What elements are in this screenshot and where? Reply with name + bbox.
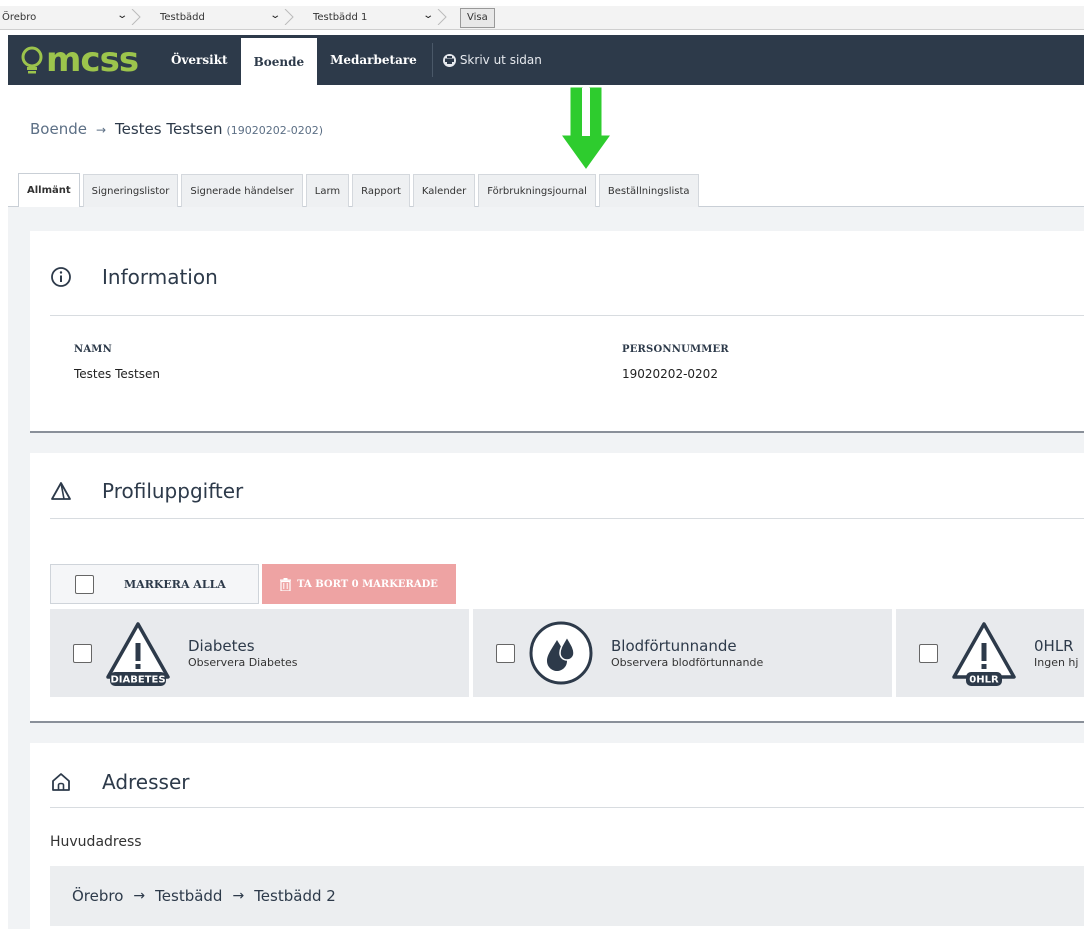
select-unit-value: Testbädd: [160, 12, 205, 23]
main-address-path: Örebro → Testbädd → Testbädd 2: [50, 866, 1084, 926]
address-part: Testbädd 2: [254, 887, 336, 905]
content-area: Information NAMN Testes Testsen PERSONNU…: [8, 207, 1084, 929]
address-header: Adresser: [50, 770, 189, 794]
mark-all-button[interactable]: MARKERA ALLA: [50, 564, 259, 604]
diabetes-warning-icon: DIABETES: [104, 619, 172, 687]
arrow-right-icon: →: [133, 888, 146, 904]
mcss-logo[interactable]: mcss: [8, 35, 158, 85]
bulb-logo-icon: [21, 46, 43, 74]
info-icon: [51, 267, 71, 287]
profile-item-blodfortunnande: Blodförtunnande Observera blodförtunnand…: [473, 609, 892, 697]
trash-icon: [280, 577, 292, 591]
tab-allmant[interactable]: Allmänt: [18, 173, 80, 207]
print-page-link[interactable]: Skriv ut sidan: [435, 35, 550, 85]
profile-card: Profiluppgifter MARKERA ALLA TA BORT 0 M…: [30, 453, 1084, 723]
arrow-right-icon: →: [95, 123, 107, 137]
profile-item-title: Blodförtunnande: [611, 637, 737, 655]
page: Örebro ⌄ Testbädd ⌄ Testbädd 1 ⌄ Visa mc…: [0, 0, 1084, 929]
hlr-warning-icon: 0HLR: [950, 619, 1018, 687]
profile-item-subtitle: Observera Diabetes: [188, 656, 298, 669]
blood-drop-icon: [527, 619, 595, 687]
tab-signerade-handelser[interactable]: Signerade händelser: [181, 174, 303, 207]
select-department-value: Testbädd 1: [313, 12, 368, 23]
select-department[interactable]: Testbädd 1 ⌄: [299, 6, 452, 29]
breadcrumb-personnummer: (19020202-0202): [226, 124, 324, 137]
address-title: Adresser: [102, 770, 190, 794]
personnummer-value: 19020202-0202: [622, 367, 718, 381]
hlr-icon-text: 0HLR: [969, 675, 999, 686]
information-header: Information: [50, 265, 218, 289]
breadcrumb-separator-icon: [284, 9, 294, 25]
select-municipality[interactable]: Örebro ⌄: [0, 6, 146, 29]
breadcrumb: Boende → Testes Testsen (19020202-0202): [30, 120, 323, 138]
breadcrumb-separator-icon: [131, 9, 141, 25]
resident-tabs: Allmänt Signeringslistor Signerade hände…: [18, 173, 702, 207]
select-municipality-value: Örebro: [2, 12, 37, 23]
breadcrumb-root[interactable]: Boende: [30, 120, 87, 138]
tab-signeringslistor[interactable]: Signeringslistor: [82, 174, 179, 207]
profile-item-subtitle: Ingen hj: [1034, 656, 1079, 669]
divider: [50, 315, 1084, 316]
nav-boende[interactable]: Boende: [240, 38, 318, 85]
diabetes-icon-text: DIABETES: [110, 675, 165, 686]
profile-item-title: 0HLR: [1034, 637, 1074, 655]
information-card: Information NAMN Testes Testsen PERSONNU…: [30, 231, 1084, 433]
profile-item-subtitle: Observera blodförtunnande: [611, 656, 764, 669]
name-value: Testes Testsen: [74, 367, 160, 381]
nav-medarbetare[interactable]: Medarbetare: [317, 35, 430, 85]
personnummer-label: PERSONNUMMER: [622, 344, 729, 355]
address-card: Adresser Huvudadress Örebro → Testbädd →…: [30, 743, 1084, 929]
profile-item-title: Diabetes: [188, 637, 255, 655]
tab-rapport[interactable]: Rapport: [352, 174, 410, 207]
logo-text: mcss: [46, 40, 139, 80]
main-navbar: mcss Översikt Boende Medarbetare Skriv u…: [8, 35, 1084, 85]
divider: [50, 807, 1084, 808]
profile-item-0hlr: 0HLR 0HLR Ingen hj: [896, 609, 1084, 697]
nav-oversikt[interactable]: Översikt: [158, 35, 241, 85]
information-title: Information: [102, 265, 218, 289]
chevron-down-icon: ⌄: [268, 10, 281, 21]
profile-warning-icon: [51, 482, 71, 500]
tab-larm[interactable]: Larm: [305, 174, 350, 207]
divider: [50, 518, 1084, 519]
address-part: Örebro: [72, 887, 124, 905]
profile-header: Profiluppgifter: [50, 479, 243, 503]
home-icon: [52, 773, 70, 791]
profile-item-checkbox[interactable]: [919, 643, 938, 663]
visa-button[interactable]: Visa: [460, 7, 495, 28]
delete-marked-button[interactable]: TA BORT 0 MARKERADE: [262, 564, 456, 604]
nav-divider: [431, 43, 433, 77]
profile-title: Profiluppgifter: [102, 479, 244, 503]
chevron-down-icon: ⌄: [115, 10, 128, 21]
mark-all-checkbox[interactable]: [75, 574, 94, 594]
printer-icon: [442, 53, 456, 67]
select-unit[interactable]: Testbädd ⌄: [146, 6, 299, 29]
main-address-label: Huvudadress: [50, 834, 142, 850]
tab-kalender[interactable]: Kalender: [412, 174, 476, 207]
profile-item-checkbox[interactable]: [73, 643, 92, 663]
breadcrumb-separator-icon: [437, 9, 447, 25]
profile-item-diabetes: DIABETES Diabetes Observera Diabetes: [50, 609, 469, 697]
name-label: NAMN: [74, 344, 112, 355]
arrow-right-icon: →: [232, 888, 245, 904]
breadcrumb-resident-name: Testes Testsen: [115, 120, 223, 138]
tab-bestallningslista[interactable]: Beställningslista: [598, 174, 699, 207]
address-part: Testbädd: [155, 887, 223, 905]
chevron-down-icon: ⌄: [421, 10, 434, 21]
profile-item-checkbox[interactable]: [496, 643, 515, 663]
location-filter-bar: Örebro ⌄ Testbädd ⌄ Testbädd 1 ⌄ Visa: [0, 6, 1084, 30]
mark-all-label: MARKERA ALLA: [124, 577, 226, 591]
delete-marked-label: TA BORT 0 MARKERADE: [297, 578, 438, 590]
annotation-arrow-down-icon: [562, 87, 610, 169]
tab-forbrukningsjournal[interactable]: Förbrukningsjournal: [478, 174, 596, 207]
print-label: Skriv ut sidan: [459, 53, 542, 67]
